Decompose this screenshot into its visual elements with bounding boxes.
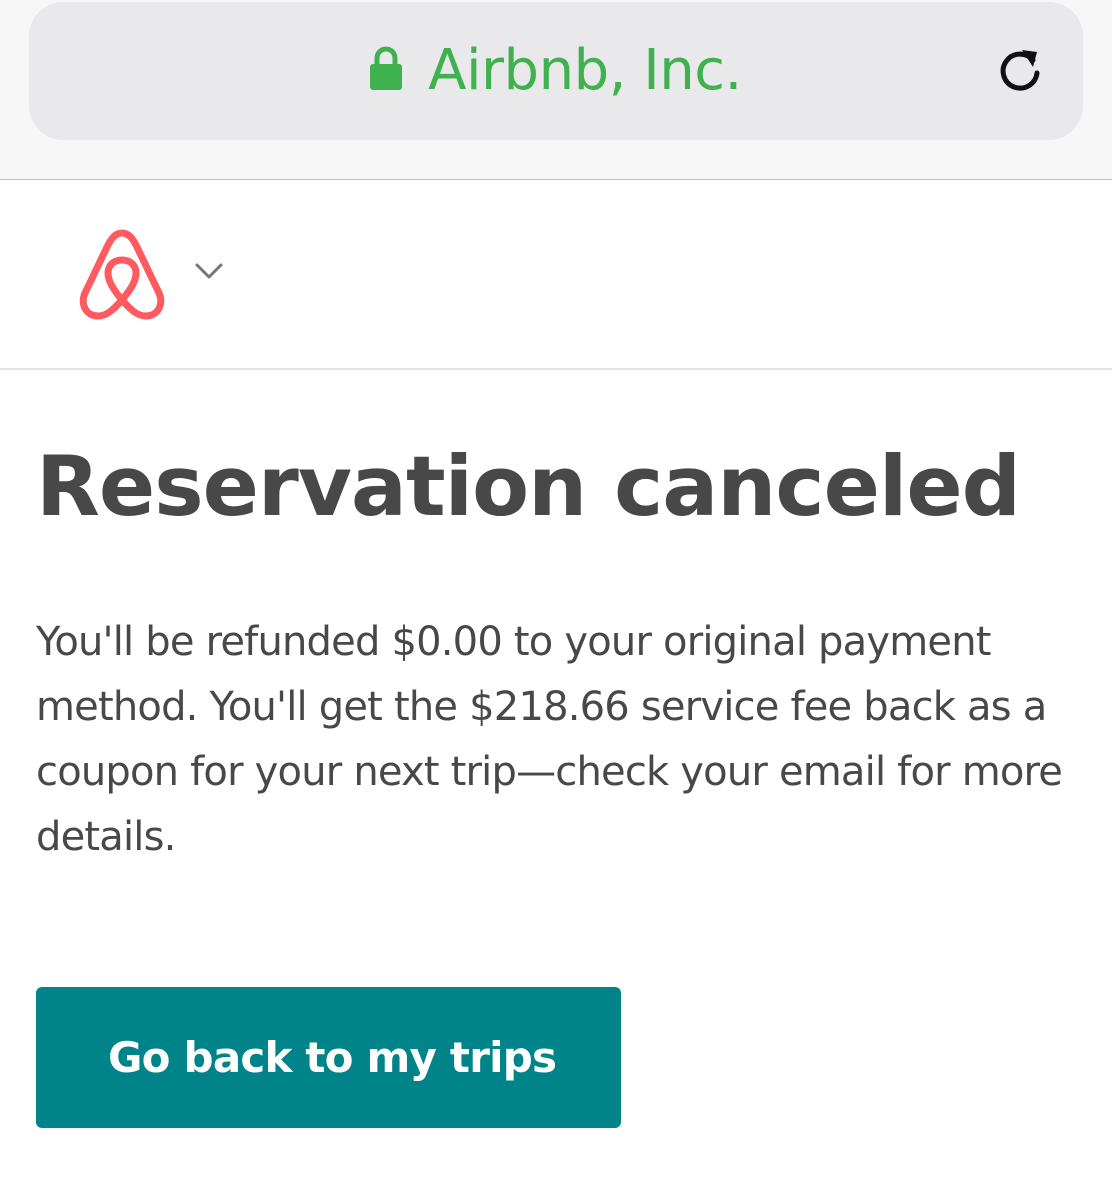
reload-icon[interactable] <box>995 46 1045 96</box>
site-name: Airbnb, Inc. <box>428 38 742 103</box>
lock-icon <box>370 45 403 91</box>
page-title: Reservation canceled <box>36 438 1021 535</box>
go-back-to-trips-button[interactable]: Go back to my trips <box>36 987 621 1128</box>
address-bar[interactable]: Airbnb, Inc. <box>29 2 1083 140</box>
address-bar-content: Airbnb, Inc. <box>29 2 1083 140</box>
browser-toolbar: Airbnb, Inc. <box>0 0 1112 180</box>
chevron-down-icon[interactable] <box>193 260 225 282</box>
airbnb-logo-icon[interactable] <box>77 225 167 323</box>
site-header <box>0 181 1112 370</box>
refund-message: You'll be refunded $0.00 to your origina… <box>36 619 1063 860</box>
